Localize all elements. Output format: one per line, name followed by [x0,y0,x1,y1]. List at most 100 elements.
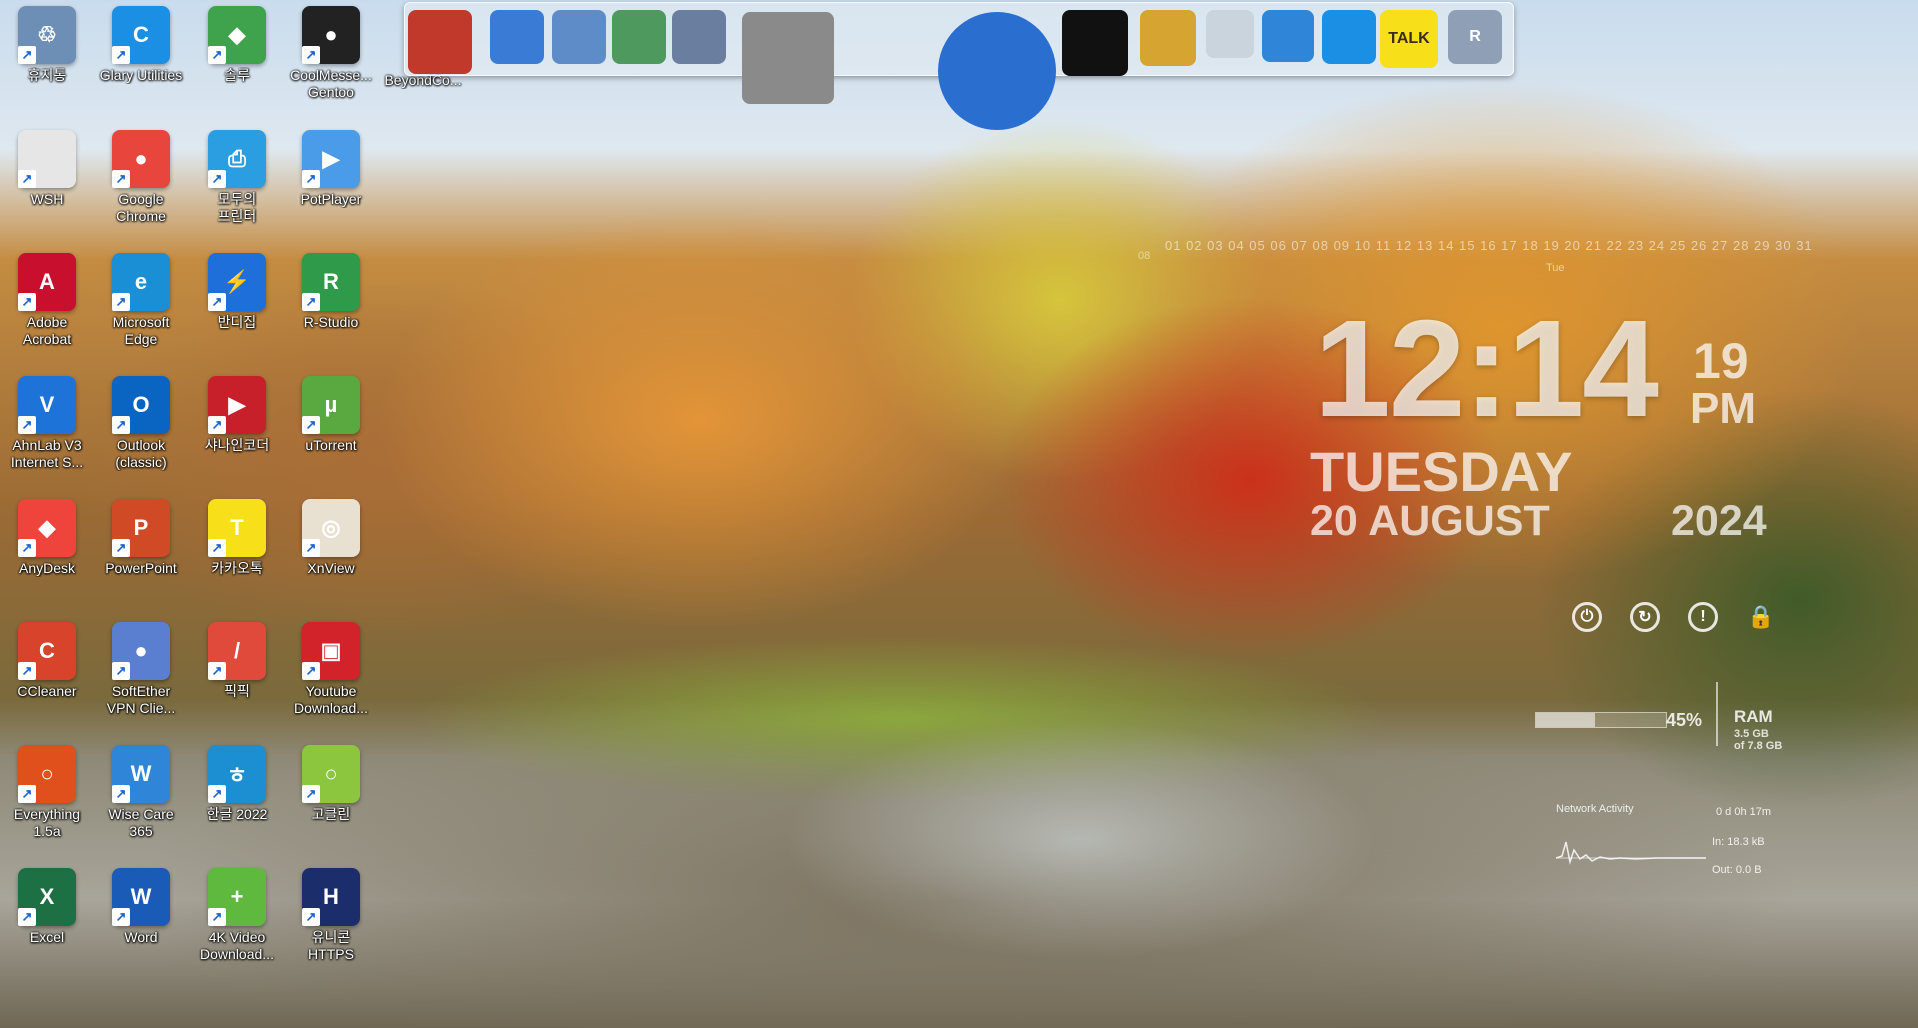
desktop-icon[interactable]: V ↗ AhnLab V3 Internet S... [0,376,94,471]
desktop-icon[interactable]: C ↗ CCleaner [0,622,94,700]
network-out: Out: 0.0 B [1712,864,1762,876]
world-globe-dock-icon[interactable] [938,12,1056,130]
desktop-icon[interactable]: e ↗ Microsoft Edge [94,253,188,348]
network-in: In: 18.3 kB [1712,836,1765,848]
tshirt-dock-icon[interactable] [1062,10,1128,76]
calendar-month: 08 [1138,250,1151,262]
folder-dock-icon[interactable] [552,10,606,64]
icon-glyph: ⚡ [223,269,251,294]
desktop-icon-label: Outlook (classic) [115,437,167,470]
desktop-icon-label: SoftEther VPN Clie... [106,683,176,716]
network-uptime: 0 d 0h 17m [1716,806,1772,818]
desktop-icon[interactable]: ▶ ↗ PotPlayer [284,130,378,208]
recycle-bin-icon: ♲ ↗ [18,6,76,64]
desktop-icon[interactable]: ▣ ↗ Youtube Download... [284,622,378,717]
desktop-icon[interactable]: ● ↗ CoolMesse... Gentoo [284,6,378,101]
powerpoint-icon: P ↗ [112,499,170,557]
ahnlab-v3-icon: V ↗ [18,376,76,434]
shortcut-arrow-icon: ↗ [18,46,36,64]
shortcut-arrow-icon: ↗ [208,785,226,803]
desktop-icon[interactable]: ▶ ↗ 샤나인코더 [190,376,284,454]
edge-icon: e ↗ [112,253,170,311]
desktop-icon[interactable]: ● ↗ Google Chrome [94,130,188,225]
desktop-icon[interactable]: ㅎ ↗ 한글 2022 [190,745,284,823]
folder-green-dock-icon[interactable] [612,10,666,64]
desktop-icon[interactable]: X ↗ Excel [0,868,94,946]
clock-weekday: TUESDAY [1310,440,1573,503]
power-controls: ⏻ ↻ ! 🔒 [1572,602,1776,632]
desktop-icon[interactable]: ● ↗ SoftEther VPN Clie... [94,622,188,717]
desktop-icon-label: PowerPoint [105,560,177,576]
anydesk-icon: ◆ ↗ [18,499,76,557]
network-title: Network Activity [1556,803,1634,815]
desktop-icon[interactable]: W ↗ Word [94,868,188,946]
desktop-icon[interactable]: C ↗ Glary Utilities [94,6,188,84]
desktop-icon[interactable]: ○ ↗ Everything 1.5a [0,745,94,840]
power-icon[interactable]: ⏻ [1572,602,1602,632]
clock-ampm: PM [1690,384,1756,433]
desktop-icon-label: 한글 2022 [206,806,268,822]
desktop-icon[interactable]: ○ ↗ 고클린 [284,745,378,823]
goclean-icon: ○ ↗ [302,745,360,803]
lock-icon[interactable]: 🔒 [1746,602,1776,632]
desktop-icon[interactable]: + ↗ 4K Video Download... [190,868,284,963]
sleep-icon[interactable]: ! [1688,602,1718,632]
desktop-icon-label: 모두의 프린터 [217,191,257,224]
desktop-icon[interactable]: W ↗ Wise Care 365 [94,745,188,840]
registry-dock-icon[interactable]: R [1448,10,1502,64]
desktop-icon-label: Excel [29,929,65,945]
desktop-icon[interactable]: ⚡ ↗ 반디집 [190,253,284,331]
outlook-icon: O ↗ [112,376,170,434]
glary-dock-icon[interactable] [1322,10,1376,64]
desktop-icon[interactable]: ♲ ↗ 휴지통 [0,6,94,84]
desktop-icon[interactable]: O ↗ Outlook (classic) [94,376,188,471]
desktop-icon[interactable]: ◆ ↗ 솔루 [190,6,284,84]
beyond-compare-dock-icon[interactable] [408,10,472,74]
desktop-icon[interactable]: ◎ ↗ XnView [284,499,378,577]
restart-icon[interactable]: ↻ [1630,602,1660,632]
icon-glyph: A [39,269,55,294]
shortcut-arrow-icon: ↗ [208,539,226,557]
ram-used: 3.5 GB [1734,728,1769,740]
excel-icon: X ↗ [18,868,76,926]
desktop-icon[interactable]: / ↗ 픽픽 [190,622,284,700]
desktop-icon[interactable]: ◆ ↗ AnyDesk [0,499,94,577]
icon-glyph: ♲ [37,22,57,47]
desktop-icon[interactable]: R ↗ R-Studio [284,253,378,331]
icon-glyph: H [323,884,339,909]
icon-glyph: / [233,638,241,663]
desktop-icon[interactable]: P ↗ PowerPoint [94,499,188,577]
tools-dock-icon[interactable] [742,12,834,104]
icon-glyph: C [39,638,55,663]
wise-care-icon: W ↗ [112,745,170,803]
trash-dock-icon[interactable] [1206,10,1254,58]
clock-seconds: 19 [1693,333,1749,389]
icon-glyph: ○ [324,761,338,786]
hammer-wrench-dock-icon[interactable] [1140,10,1196,66]
kakaotalk-dock-icon[interactable]: TALK [1380,10,1438,68]
desktop-icon[interactable]: A ↗ Adobe Acrobat [0,253,94,348]
icon-glyph: µ [324,392,338,417]
icon-glyph: O [132,392,150,417]
unicorn-https-icon: H ↗ [302,868,360,926]
shortcut-arrow-icon: ↗ [208,46,226,64]
desktop-icon-label: 반디집 [217,314,257,330]
desktop-icon[interactable]: T ↗ 카카오톡 [190,499,284,577]
desktop-icon[interactable]: µ ↗ uTorrent [284,376,378,454]
shortcut-arrow-icon: ↗ [112,539,130,557]
globe-ie-dock-icon[interactable] [490,10,544,64]
desktop-icon[interactable]: ↗ WSH [0,130,94,208]
desktop-icon-label: PotPlayer [300,191,362,207]
desktop-icon[interactable]: ⎙ ↗ 모두의 프린터 [190,130,284,225]
desktop-icon[interactable]: H ↗ 유니콘 HTTPS [284,868,378,963]
icon-glyph: ● [134,146,148,171]
desktop-icon-label: Microsoft Edge [112,314,170,347]
shortcut-arrow-icon: ↗ [302,785,320,803]
desktop-icon-label: 휴지통 [27,67,67,83]
folder-documents-dock-icon[interactable] [672,10,726,64]
icon-glyph: ▣ [320,638,342,663]
icon-glyph: ○ [40,761,54,786]
ram-usage-bar [1535,712,1667,728]
wise-dock-icon[interactable] [1262,10,1314,62]
icon-glyph: ● [324,22,338,47]
